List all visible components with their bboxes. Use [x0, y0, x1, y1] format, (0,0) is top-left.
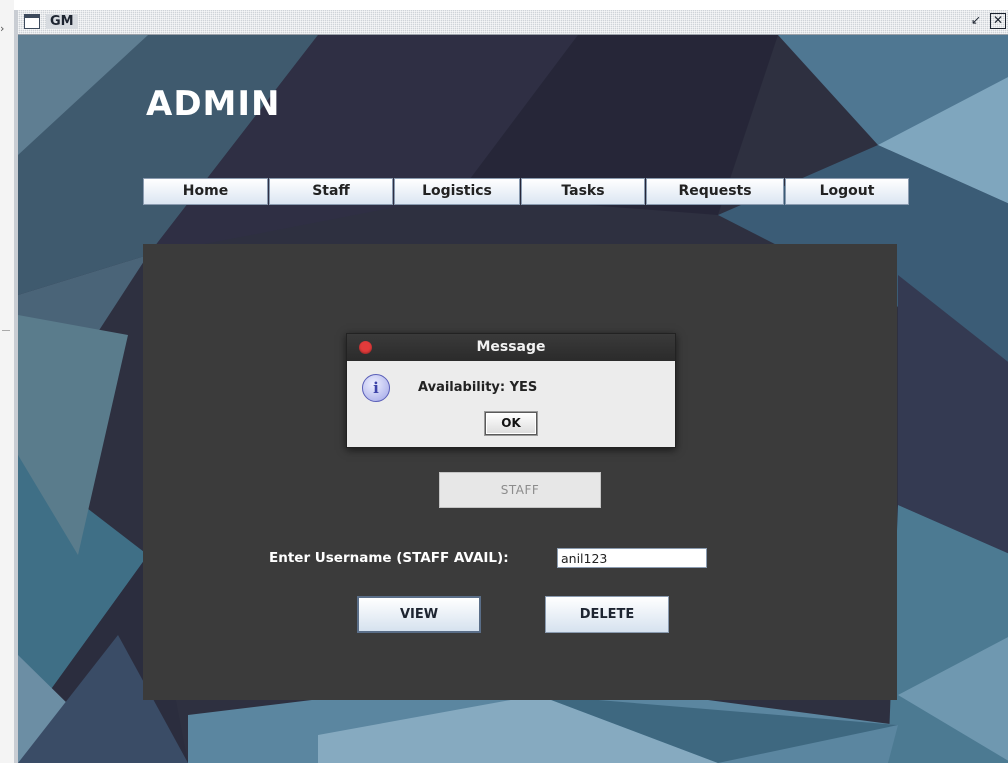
nav-tasks-button[interactable]: Tasks — [521, 178, 645, 205]
delete-button[interactable]: DELETE — [545, 596, 669, 633]
app-window: GM ↙ ✕ ADMIN Home Staff Logistics Tasks … — [14, 10, 1008, 763]
restore-icon[interactable]: ↙ — [968, 13, 984, 29]
desktop-edge-glyph: › — [0, 22, 5, 35]
dialog-message: Availability: YES — [418, 380, 538, 395]
username-label: Enter Username (STAFF AVAIL): — [269, 550, 509, 566]
info-icon: i — [362, 374, 390, 402]
close-icon[interactable]: ✕ — [990, 13, 1006, 29]
desktop-edge-mark — [2, 330, 10, 331]
desktop-edge: › — [0, 0, 14, 763]
nav-logistics-button[interactable]: Logistics — [394, 178, 520, 205]
content-panel: STAFF Enter Username (STAFF AVAIL): VIEW… — [143, 244, 897, 700]
view-button[interactable]: VIEW — [357, 596, 481, 633]
message-dialog: Message i Availability: YES OK — [346, 333, 676, 448]
window-icon — [24, 14, 40, 29]
nav-home-button[interactable]: Home — [143, 178, 268, 205]
page-title: ADMIN — [146, 84, 281, 124]
main-nav: Home Staff Logistics Tasks Requests Logo… — [143, 178, 910, 205]
dialog-titlebar[interactable]: Message — [347, 334, 675, 361]
username-input[interactable] — [557, 548, 707, 568]
staff-button[interactable]: STAFF — [439, 472, 601, 508]
dialog-title: Message — [476, 339, 546, 355]
nav-staff-button[interactable]: Staff — [269, 178, 393, 205]
nav-logout-button[interactable]: Logout — [785, 178, 909, 205]
ok-button[interactable]: OK — [485, 412, 537, 435]
window-titlebar[interactable]: GM ↙ ✕ — [18, 10, 1008, 35]
window-title: GM — [46, 14, 78, 29]
nav-requests-button[interactable]: Requests — [646, 178, 784, 205]
